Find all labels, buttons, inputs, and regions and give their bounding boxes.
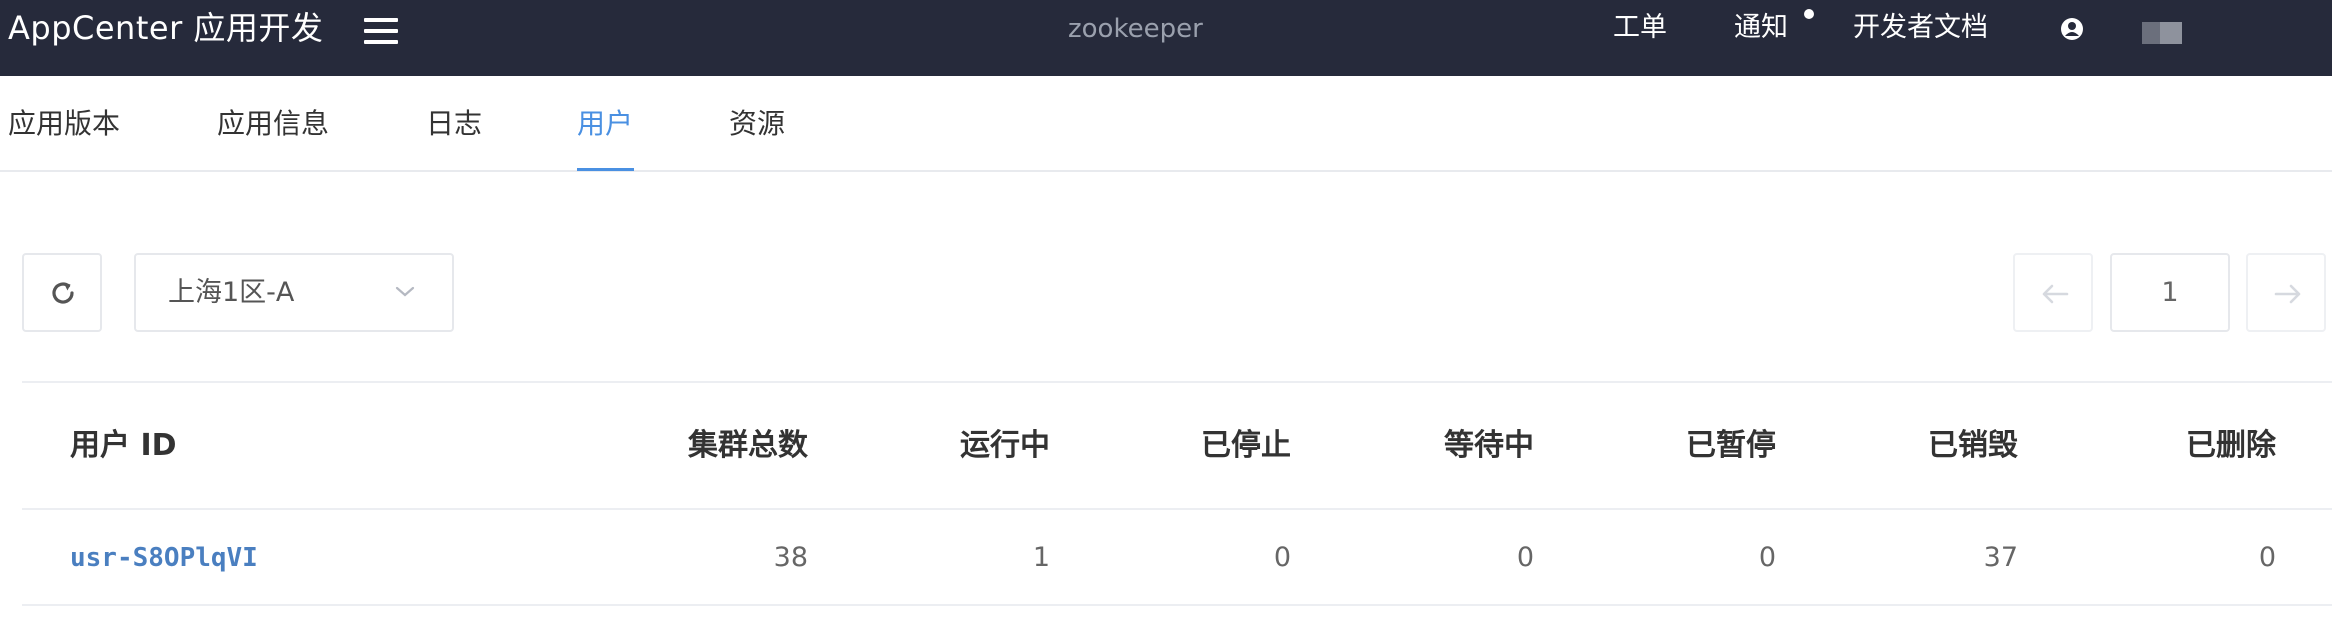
tab-resources[interactable]: 资源 — [729, 106, 785, 142]
tab-app-info[interactable]: 应用信息 — [217, 106, 329, 142]
cell-pending: 0 — [1516, 542, 1534, 573]
col-pending: 等待中 — [1444, 428, 1534, 463]
cell-suspended: 0 — [1758, 542, 1776, 573]
hamburger-menu-icon[interactable] — [364, 18, 398, 44]
cell-ceased: 37 — [1983, 542, 2018, 573]
col-ceased: 已销毁 — [1928, 428, 2018, 463]
user-id-link[interactable]: usr-S8OPlqVI — [70, 540, 258, 576]
zone-select-value: 上海1区-A — [168, 277, 295, 308]
app-name: zookeeper — [1068, 14, 1203, 44]
tab-app-versions[interactable]: 应用版本 — [8, 106, 120, 142]
arrow-right-icon — [2274, 284, 2301, 304]
cell-total-clusters: 38 — [773, 542, 808, 573]
tab-users[interactable]: 用户 — [577, 106, 633, 142]
zone-select[interactable]: 上海1区-A — [134, 253, 454, 332]
page-number: 1 — [2110, 253, 2230, 332]
nav-notifications[interactable]: 通知 — [1734, 10, 1788, 46]
col-running: 运行中 — [960, 428, 1050, 463]
col-total-clusters: 集群总数 — [688, 428, 808, 463]
col-stopped: 已停止 — [1201, 428, 1291, 463]
user-circle-icon[interactable] — [2060, 17, 2084, 41]
prev-page-button[interactable] — [2013, 253, 2093, 332]
arrow-left-icon — [2042, 284, 2069, 304]
cell-running: 1 — [1032, 542, 1050, 573]
table-row-divider — [22, 604, 2332, 606]
brand-title[interactable]: AppCenter 应用开发 — [8, 8, 323, 48]
top-bar: AppCenter 应用开发 zookeeper 工单 通知 开发者文档 — [0, 0, 2332, 76]
cell-stopped: 0 — [1273, 542, 1291, 573]
col-deleted: 已删除 — [2186, 428, 2276, 463]
tab-bar: 应用版本 应用信息 日志 用户 资源 — [0, 76, 2332, 172]
cell-deleted: 0 — [2258, 542, 2276, 573]
table-top-border — [22, 381, 2332, 383]
next-page-button[interactable] — [2246, 253, 2326, 332]
table-header-divider — [22, 508, 2332, 510]
tab-logs[interactable]: 日志 — [426, 106, 482, 142]
refresh-icon — [52, 282, 74, 304]
chevron-down-icon — [395, 286, 415, 297]
notification-badge — [1804, 9, 1814, 19]
col-suspended: 已暂停 — [1686, 428, 1776, 463]
nav-tickets[interactable]: 工单 — [1613, 10, 1667, 46]
avatar[interactable] — [2142, 22, 2182, 44]
col-user-id: 用户 ID — [70, 428, 177, 463]
refresh-button[interactable] — [22, 253, 102, 332]
nav-developer-docs[interactable]: 开发者文档 — [1853, 10, 1988, 46]
active-tab-indicator — [577, 168, 634, 171]
